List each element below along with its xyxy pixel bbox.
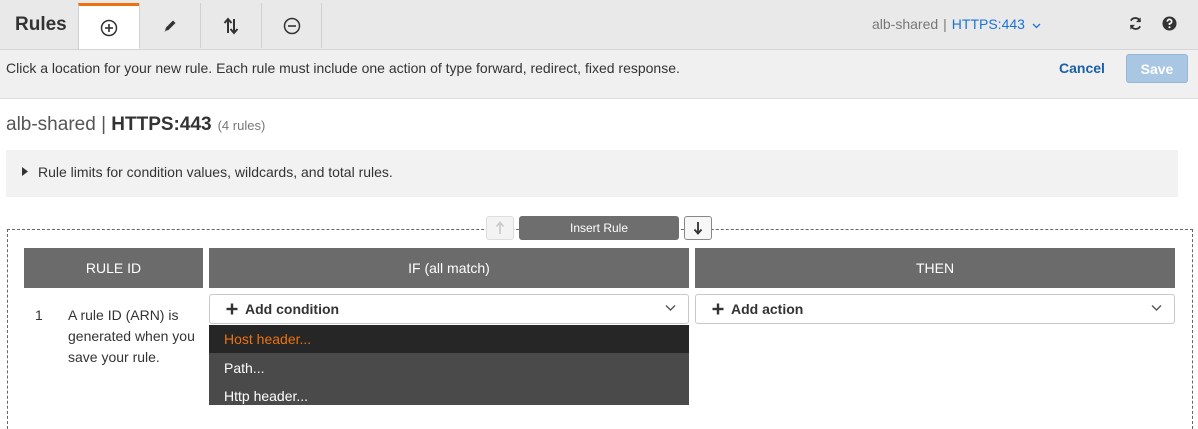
reorder-rules-tab[interactable]	[200, 3, 261, 48]
caret-right-icon	[22, 167, 28, 176]
rules-toolbar: Rules alb-shared | HTTPS:443	[0, 0, 1198, 50]
menu-item-host-header[interactable]: Host header...	[209, 325, 689, 353]
chevron-down-icon	[1151, 305, 1162, 311]
instruction-text: Click a location for your new rule. Each…	[6, 60, 680, 76]
minus-circle-icon	[283, 17, 300, 34]
save-button[interactable]: Save	[1126, 54, 1188, 83]
page-title: Rules	[15, 14, 67, 35]
listener-link[interactable]: HTTPS:443	[952, 16, 1025, 32]
plus-icon	[712, 303, 724, 315]
heading-listener: HTTPS:443	[111, 114, 212, 135]
add-condition-dropdown[interactable]: Add condition	[209, 294, 689, 324]
column-header-rule-id: RULE ID	[24, 248, 203, 288]
breadcrumb-separator: |	[943, 16, 947, 32]
delete-rules-tab[interactable]	[261, 3, 322, 48]
condition-type-menu: Host header... Path... Http header...	[209, 325, 689, 405]
column-header-then: THEN	[695, 248, 1175, 288]
chevron-down-icon	[665, 305, 676, 311]
reorder-arrows-icon	[223, 16, 239, 35]
menu-item-path[interactable]: Path...	[209, 354, 689, 382]
chevron-down-icon	[1032, 23, 1041, 29]
rule-limits-expander[interactable]: Rule limits for condition values, wildca…	[6, 150, 1178, 197]
column-header-if: IF (all match)	[209, 248, 689, 288]
plus-circle-icon	[100, 19, 118, 36]
move-down-button[interactable]	[684, 216, 712, 240]
edit-rules-tab[interactable]	[139, 3, 200, 48]
listener-selector[interactable]: alb-shared | HTTPS:443	[872, 16, 1041, 32]
arrow-down-icon	[693, 222, 703, 235]
rule-limits-text: Rule limits for condition values, wildca…	[38, 164, 393, 180]
refresh-icon[interactable]	[1126, 14, 1144, 32]
cancel-button[interactable]: Cancel	[1059, 60, 1105, 76]
menu-item-http-header[interactable]: Http header...	[209, 382, 689, 410]
add-action-dropdown[interactable]: Add action	[695, 294, 1175, 324]
listener-heading: alb-shared | HTTPS:443 (4 rules)	[6, 114, 265, 136]
plus-icon	[226, 303, 238, 315]
rule-number: 1	[35, 307, 43, 323]
insert-rule-label: Insert Rule	[519, 216, 679, 240]
help-icon[interactable]	[1160, 14, 1178, 32]
add-action-label: Add action	[731, 301, 804, 317]
lb-name: alb-shared	[872, 16, 939, 32]
add-condition-label: Add condition	[245, 301, 340, 317]
instruction-bar: Click a location for your new rule. Each…	[0, 50, 1198, 99]
pencil-icon	[164, 20, 176, 32]
heading-separator: |	[101, 114, 106, 135]
rule-count: (4 rules)	[217, 118, 266, 133]
heading-lb-name: alb-shared	[6, 114, 96, 135]
add-rules-tab[interactable]	[78, 3, 139, 49]
arrow-up-icon	[495, 221, 505, 234]
rule-id-description: A rule ID (ARN) is generated when you sa…	[68, 307, 195, 365]
move-up-button[interactable]	[486, 216, 514, 240]
